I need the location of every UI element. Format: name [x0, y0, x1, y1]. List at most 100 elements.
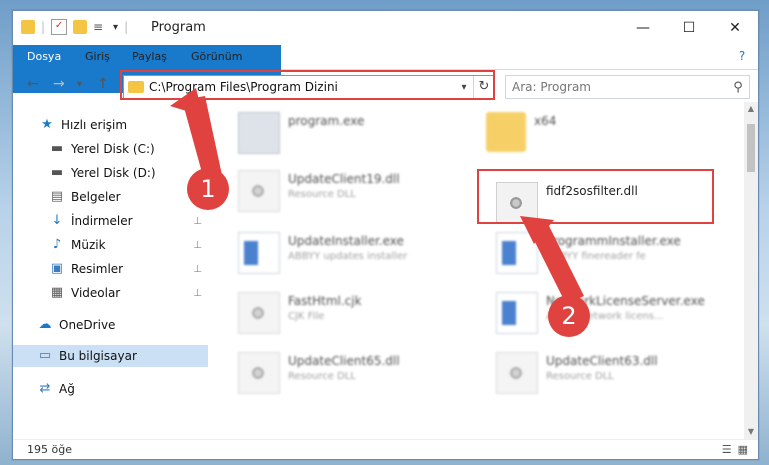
sidebar-item-this-pc[interactable]: ▭ Bu bilgisayar	[13, 345, 208, 367]
app-file-icon	[496, 292, 538, 334]
list-item[interactable]: UpdateClient19.dll Resource DLL	[238, 170, 478, 218]
sidebar-item-local-disk-d[interactable]: ▬ Yerel Disk (D:)	[13, 162, 208, 184]
computer-icon: ▭	[38, 348, 52, 363]
sidebar-item-music[interactable]: ♪ Müzik ⊥	[13, 234, 208, 256]
file-type: Resource DLL	[288, 189, 356, 200]
sidebar-item-downloads[interactable]: ↓ İndirmeler ⊥	[13, 210, 208, 232]
scroll-down-icon[interactable]: ▼	[744, 425, 758, 439]
network-icon: ⇄	[39, 381, 51, 396]
tab-view[interactable]: Görünüm	[181, 45, 252, 69]
minimize-button[interactable]: —	[620, 11, 666, 45]
drive-icon: ▬	[50, 165, 64, 180]
address-highlight-box	[120, 70, 495, 100]
document-icon: ▤	[50, 189, 64, 204]
sidebar-item-label: OneDrive	[59, 318, 116, 332]
file-name: UpdateClient65.dll	[288, 354, 400, 368]
back-button[interactable]: ←	[27, 76, 39, 92]
sidebar-item-documents[interactable]: ▤ Belgeler	[13, 186, 208, 208]
sidebar-item-label: Hızlı erişim	[61, 118, 128, 132]
file-name: ProgrammInstaller.exe	[546, 234, 681, 248]
sidebar-item-label: Ağ	[59, 382, 75, 396]
up-button[interactable]: ↑	[97, 76, 109, 92]
separator: |	[41, 20, 46, 34]
file-type: CJK File	[288, 311, 325, 322]
file-icon	[238, 292, 280, 334]
file-name: UpdateClient19.dll	[288, 172, 400, 186]
scroll-up-icon[interactable]: ▲	[744, 102, 758, 116]
file-list: program.exe x64 UpdateClient19.dll Resour…	[218, 102, 743, 439]
list-item[interactable]: NetworkLicenseServer.exe ABBYY network li…	[496, 292, 736, 340]
sidebar-item-pictures[interactable]: ▣ Resimler ⊥	[13, 258, 208, 280]
file-type: ABBYY updates installer	[288, 251, 408, 262]
file-name: UpdateInstaller.exe	[288, 234, 404, 248]
navigation-pane: ★ Hızlı erişim ▬ Yerel Disk (C:) ▬ Yerel…	[13, 102, 208, 439]
help-icon[interactable]: ?	[734, 49, 750, 65]
sidebar-item-quick-access[interactable]: ★ Hızlı erişim	[13, 114, 208, 136]
cloud-icon: ☁	[38, 317, 52, 332]
maximize-button[interactable]: ☐	[666, 11, 712, 45]
new-folder-icon[interactable]	[73, 20, 88, 34]
item-count: 195 öğe	[27, 443, 72, 456]
step-badge-1: 1	[187, 168, 229, 210]
sidebar-item-label: Belgeler	[71, 190, 121, 204]
details-view-icon[interactable]: ☰	[722, 443, 732, 456]
sidebar-item-label: İndirmeler	[71, 214, 133, 228]
forward-button[interactable]: →	[53, 76, 65, 92]
list-item[interactable]: ProgrammInstaller.exe ABBYY finereader fe	[496, 232, 736, 280]
sidebar-item-local-disk-c[interactable]: ▬ Yerel Disk (C:)	[13, 138, 208, 160]
search-box[interactable]: ⚲	[505, 75, 750, 99]
file-type: Resource DLL	[546, 371, 614, 382]
separator: |	[124, 20, 129, 34]
list-item[interactable]: program.exe	[238, 112, 478, 160]
properties-icon[interactable]: ✓	[51, 19, 68, 35]
close-button[interactable]: ✕	[712, 11, 758, 45]
sidebar-item-videos[interactable]: ▦ Videolar ⊥	[13, 282, 208, 304]
pin-icon[interactable]: ⊥	[193, 264, 202, 275]
file-highlight-box	[477, 169, 714, 224]
sidebar-item-network[interactable]: ⇄ Ağ	[13, 378, 208, 400]
pin-icon[interactable]: ⊥	[193, 216, 202, 227]
pin-icon[interactable]: ⊥	[193, 288, 202, 299]
sidebar-item-label: Yerel Disk (D:)	[71, 166, 156, 180]
file-name: program.exe	[288, 114, 365, 128]
file-name: UpdateClient63.dll	[546, 354, 658, 368]
large-icons-view-icon[interactable]: ▦	[738, 443, 748, 456]
file-type: ABBYY finereader fe	[546, 251, 646, 262]
video-icon: ▦	[50, 285, 64, 300]
tab-home[interactable]: Giriş	[75, 45, 120, 69]
exe-file-icon	[238, 112, 280, 154]
file-type: Resource DLL	[288, 371, 356, 382]
list-item[interactable]: UpdateClient63.dll Resource DLL	[496, 352, 736, 400]
list-item[interactable]: UpdateClient65.dll Resource DLL	[238, 352, 478, 400]
window-title: Program	[151, 20, 206, 35]
scrollbar-thumb[interactable]	[747, 124, 755, 172]
music-icon: ♪	[52, 237, 62, 252]
status-bar: 195 öğe ☰ ▦	[13, 439, 758, 460]
recent-locations-button[interactable]: ▾	[77, 79, 82, 90]
list-item[interactable]: FastHtml.cjk CJK File	[238, 292, 478, 340]
file-name: FastHtml.cjk	[288, 294, 362, 308]
list-item[interactable]: x64	[486, 112, 726, 160]
customize-icon[interactable]: ≡	[93, 20, 107, 34]
sidebar-item-label: Yerel Disk (C:)	[71, 142, 155, 156]
search-input[interactable]	[506, 79, 727, 95]
sidebar-item-label: Videolar	[71, 286, 121, 300]
drive-icon: ▬	[50, 141, 64, 156]
dll-file-icon	[238, 352, 280, 394]
dll-file-icon	[238, 170, 280, 212]
search-icon[interactable]: ⚲	[727, 80, 749, 95]
sidebar-item-onedrive[interactable]: ☁ OneDrive	[13, 314, 208, 336]
sidebar-item-label: Müzik	[71, 238, 106, 252]
download-icon: ↓	[51, 213, 63, 228]
chevron-down-icon[interactable]: ▾	[113, 22, 118, 33]
pin-icon[interactable]: ⊥	[193, 240, 202, 251]
quick-access-toolbar: | ✓ ≡ ▾ |	[21, 19, 128, 35]
tab-share[interactable]: Paylaş	[122, 45, 177, 69]
folder-icon	[486, 112, 526, 152]
ribbon-tabs: Dosya Giriş Paylaş Görünüm ?	[13, 45, 758, 93]
star-icon: ★	[41, 117, 53, 132]
list-item[interactable]: UpdateInstaller.exe ABBYY updates install…	[238, 232, 478, 280]
sidebar-item-label: Bu bilgisayar	[59, 349, 137, 363]
vertical-scrollbar[interactable]: ▲ ▼	[744, 102, 758, 439]
folder-icon	[21, 20, 35, 34]
